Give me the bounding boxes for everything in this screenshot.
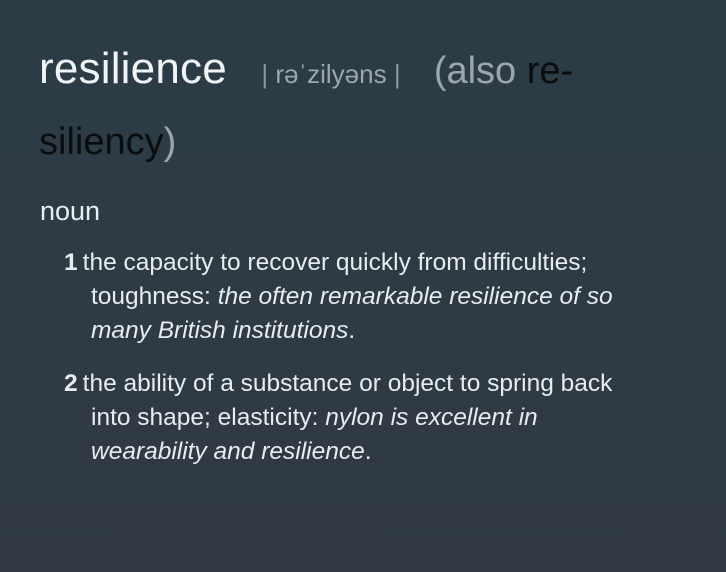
variant-open: (also xyxy=(433,50,527,92)
variant-line: siliency) xyxy=(39,116,689,168)
sense-definition: the ability of a substance or object to … xyxy=(82,370,613,397)
sense-first-line: 1 the capacity to recover quickly from di… xyxy=(64,246,714,280)
sense-second-line: into shape; elasticity: nylon is excelle… xyxy=(64,401,714,435)
dictionary-panel: resilience | rəˈzilyəns | (also re- sili… xyxy=(0,0,726,572)
variant-word-part1[interactable]: re- xyxy=(527,50,573,92)
headword-line: resilience | rəˈzilyəns | (also re- xyxy=(39,44,689,106)
sense-definition-cont: toughness: xyxy=(91,283,218,310)
sense-example-cont: many British institutions xyxy=(91,317,349,344)
sense-item: 2 the ability of a substance or object to… xyxy=(64,367,714,469)
sense-item: 1 the capacity to recover quickly from di… xyxy=(64,246,714,348)
entry-header: resilience | rəˈzilyəns | (also re- sili… xyxy=(39,44,689,168)
variant-word-part2[interactable]: siliency xyxy=(39,121,164,163)
pronunciation-bar-left: | xyxy=(261,59,269,89)
sense-third-line: wearability and resilience. xyxy=(64,435,714,469)
sense-example-cont: wearability and resilience xyxy=(91,438,365,465)
pronunciation-bar-right: | xyxy=(393,59,401,89)
sense-definition: the capacity to recover quickly from dif… xyxy=(82,249,588,276)
sense-second-line: toughness: the often remarkable resilien… xyxy=(64,280,714,314)
sense-number: 1 xyxy=(64,249,78,276)
sense-number: 2 xyxy=(64,370,78,397)
sense-period: . xyxy=(348,317,356,344)
pronunciation-text: rəˈzilyəns xyxy=(275,59,387,89)
pronunciation: | rəˈzilyəns | xyxy=(261,59,407,89)
variant-close: ) xyxy=(163,121,177,163)
variant-spelling: (also re- xyxy=(434,50,573,92)
sense-period: . xyxy=(364,438,372,465)
sense-example: the often remarkable resilience of so xyxy=(217,283,613,310)
sense-third-line: many British institutions. xyxy=(64,314,714,348)
part-of-speech: noun xyxy=(40,196,101,226)
sense-example: nylon is excellent in xyxy=(325,404,538,431)
sense-first-line: 2 the ability of a substance or object to… xyxy=(64,367,714,401)
sense-definition-cont: into shape; elasticity: xyxy=(91,404,326,431)
headword: resilience xyxy=(39,44,227,93)
